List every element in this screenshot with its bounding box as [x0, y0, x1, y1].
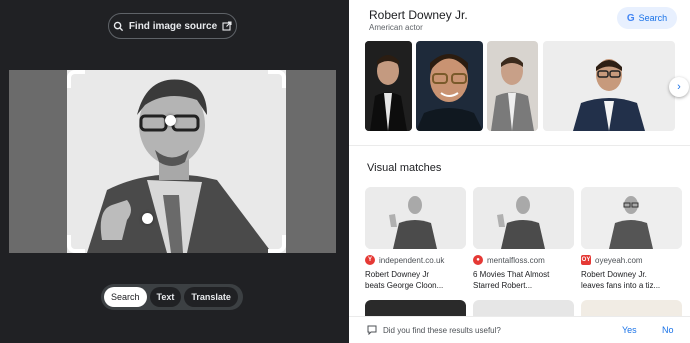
mode-translate-button[interactable]: Translate: [184, 287, 238, 307]
visual-match-caption[interactable]: Robert Downey Jr. leaves fans into a tiz…: [581, 269, 682, 291]
feedback-bar: Did you find these results useful? Yes N…: [349, 316, 690, 343]
visual-matches-heading: Visual matches: [367, 162, 442, 174]
carousel-image[interactable]: [365, 41, 412, 131]
lens-image-panel: Find image source Search Text Translate: [0, 0, 349, 343]
crop-handle-top-right[interactable]: [268, 70, 286, 88]
carousel-image[interactable]: [543, 41, 675, 131]
site-favicon-icon: Y: [365, 255, 375, 265]
visual-match-card[interactable]: ● mentalfloss.com 6 Movies That Almost S…: [473, 187, 574, 291]
crop-handle-bottom-right[interactable]: [268, 235, 286, 253]
visual-match-card[interactable]: Y independent.co.uk Robert Downey Jr bea…: [365, 187, 466, 291]
find-image-source-button[interactable]: Find image source: [108, 13, 237, 39]
visual-match-image[interactable]: [473, 187, 574, 249]
visual-match-caption[interactable]: 6 Movies That Almost Starred Robert...: [473, 269, 574, 291]
crop-handle-bottom-left[interactable]: [67, 235, 85, 253]
selected-image-region[interactable]: [67, 70, 286, 253]
object-dot[interactable]: [142, 213, 153, 224]
person-photo: [67, 70, 286, 253]
mode-search-button[interactable]: Search: [104, 287, 147, 307]
chevron-right-icon: ›: [677, 81, 681, 93]
feedback-icon: [367, 325, 377, 335]
results-panel: Robert Downey Jr. American actor G Searc…: [349, 0, 690, 343]
lens-mode-switcher: Search Text Translate: [101, 284, 243, 310]
entity-subtitle: American actor: [369, 23, 423, 32]
visual-match-card[interactable]: OY oyeyeah.com Robert Downey Jr. leaves …: [581, 187, 682, 291]
mode-text-button[interactable]: Text: [149, 287, 182, 307]
site-favicon-icon: OY: [581, 255, 591, 265]
object-dot[interactable]: [165, 115, 176, 126]
crop-handle-top-left[interactable]: [67, 70, 85, 88]
google-g-icon: G: [626, 12, 635, 24]
carousel-image[interactable]: [416, 41, 483, 131]
feedback-question: Did you find these results useful?: [383, 326, 501, 335]
entity-image-carousel: [365, 41, 690, 131]
feedback-no-button[interactable]: No: [662, 325, 674, 335]
feedback-yes-button[interactable]: Yes: [622, 325, 637, 335]
visual-match-source: oyeyeah.com: [595, 255, 643, 265]
image-preview: [9, 70, 336, 253]
open-in-new-icon: [222, 21, 232, 31]
find-image-source-label: Find image source: [128, 20, 218, 32]
lens-search-icon: [113, 21, 123, 31]
carousel-next-button[interactable]: ›: [669, 77, 689, 97]
section-divider: [349, 145, 690, 146]
visual-match-source: mentalfloss.com: [487, 255, 545, 265]
visual-match-image[interactable]: [581, 187, 682, 249]
visual-match-source: independent.co.uk: [379, 255, 445, 265]
google-search-button[interactable]: G Search: [617, 7, 677, 29]
google-search-label: Search: [638, 13, 668, 23]
visual-match-caption[interactable]: Robert Downey Jr beats George Cloon...: [365, 269, 466, 291]
entity-title[interactable]: Robert Downey Jr.: [369, 8, 468, 22]
carousel-image[interactable]: [487, 41, 538, 131]
visual-match-image[interactable]: [365, 187, 466, 249]
site-favicon-icon: ●: [473, 255, 483, 265]
